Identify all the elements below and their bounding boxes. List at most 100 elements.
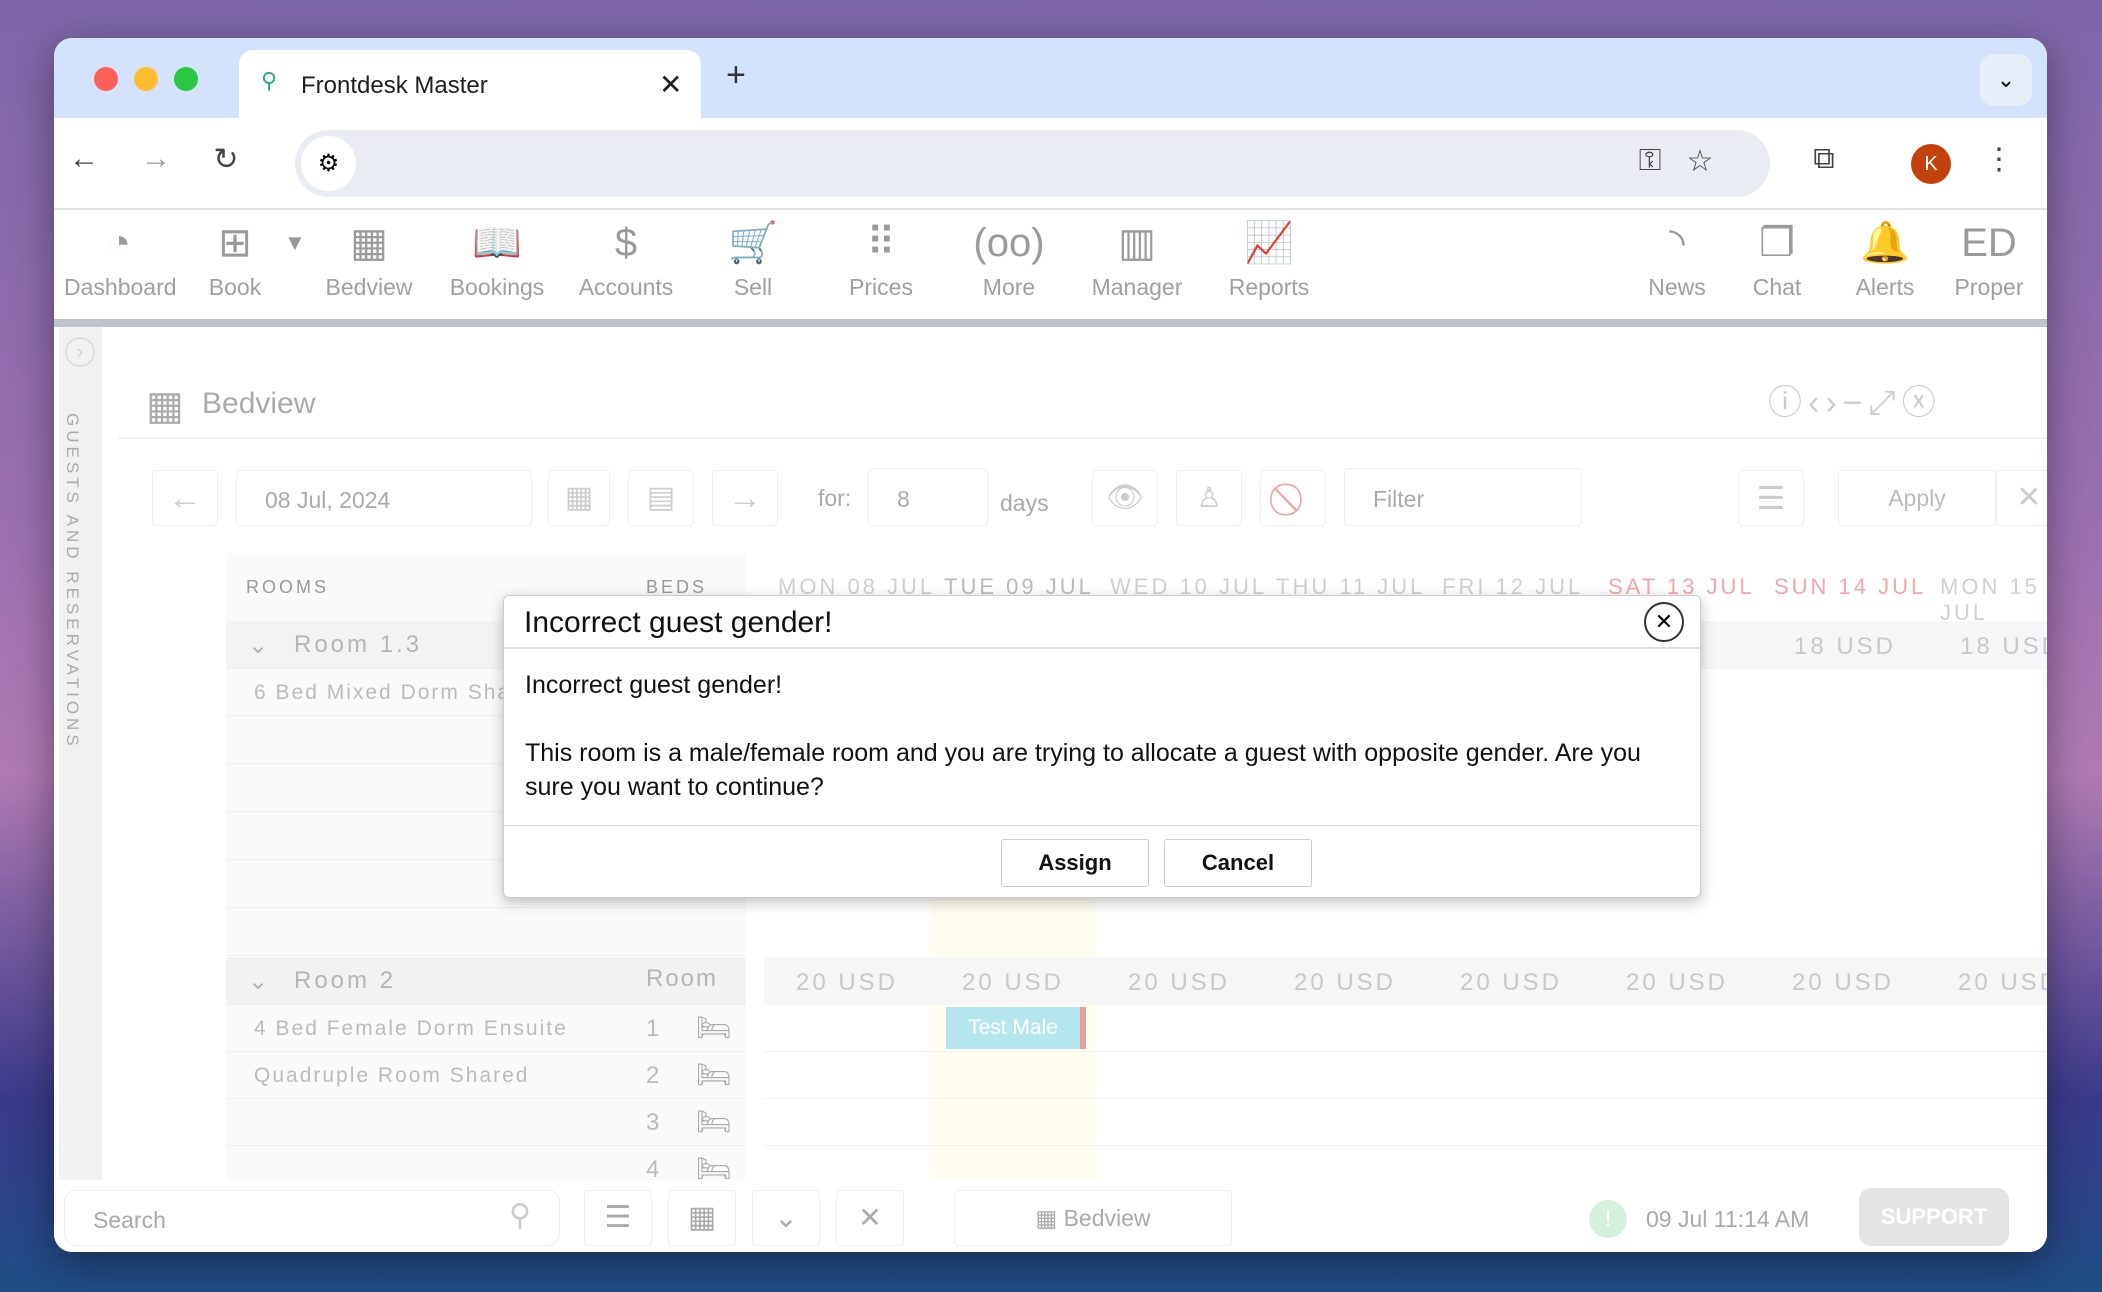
close-icon[interactable]: ✕ xyxy=(1644,602,1684,642)
nav-label: Chat xyxy=(1752,274,1802,300)
date-header: MON 15 JUL xyxy=(1940,574,2040,625)
bed-cells[interactable] xyxy=(764,1052,2047,1099)
cancel-button[interactable]: Cancel xyxy=(1164,839,1312,887)
room-type: Quadruple Room Shared xyxy=(254,1064,530,1087)
price-cell: 20 USD xyxy=(961,969,1065,996)
nav-item-more[interactable]: (oo) More xyxy=(954,212,1064,319)
bed-row[interactable]: 4 Bed Female Dorm Ensuite 1 🛏 xyxy=(226,1005,746,1052)
prev-date-button[interactable]: ← xyxy=(152,470,218,526)
room-row[interactable]: ⌄ Room 2 Room xyxy=(226,957,746,1005)
bed-cells[interactable] xyxy=(764,1099,2047,1146)
booking-block[interactable]: Test Male xyxy=(946,1007,1086,1049)
book-icon: ⊞ xyxy=(218,221,252,265)
calendar-icon[interactable]: ▦ xyxy=(548,470,610,526)
site-settings-icon[interactable]: ⚙ xyxy=(301,136,356,191)
days-value: 8 xyxy=(897,486,910,512)
nav-item-prices[interactable]: ⠿ Prices xyxy=(826,212,936,319)
more-icon: (oo) xyxy=(973,221,1045,265)
tab-label: Bedview xyxy=(1063,1205,1151,1231)
reload-icon[interactable]: ↻ xyxy=(206,142,246,177)
nav-item-sell[interactable]: 🛒 Sell xyxy=(698,212,808,319)
avatar[interactable]: K xyxy=(1911,144,1951,184)
clear-filter-icon[interactable]: ✕ xyxy=(1996,470,2047,526)
block-icon[interactable]: ⃠ xyxy=(1260,470,1326,526)
bed-row[interactable]: Quadruple Room Shared 2 🛏 xyxy=(226,1052,746,1099)
nav-item-alerts[interactable]: 🔔 Alerts xyxy=(1840,212,1930,319)
assign-button[interactable]: Assign xyxy=(1001,839,1149,887)
nav-item-proper[interactable]: ED Proper xyxy=(1944,212,2034,319)
nav-item-bookings[interactable]: 📖 Bookings xyxy=(442,212,552,319)
chevron-down-icon[interactable]: ⌄ xyxy=(248,967,270,996)
menu-icon[interactable]: ⋮ xyxy=(1984,142,2014,177)
list-icon[interactable]: ☰ xyxy=(1738,470,1804,526)
support-button[interactable]: SUPPORT xyxy=(1859,1188,2009,1246)
nav-label: News xyxy=(1648,274,1706,300)
filter-input[interactable]: Filter xyxy=(1344,468,1582,526)
nav-item-manager[interactable]: ▥ Manager xyxy=(1082,212,1192,319)
nav-item-reports[interactable]: 📈 Reports xyxy=(1214,212,1324,319)
nav-item-book[interactable]: ⊞ Book xyxy=(180,212,290,319)
bookings-icon: 📖 xyxy=(472,221,522,265)
tab-search-icon[interactable]: ⌄ xyxy=(1980,54,2032,106)
star-icon[interactable]: ☆ xyxy=(1680,144,1720,179)
nav-item-accounts[interactable]: $ Accounts xyxy=(571,212,681,319)
beds-label: Room xyxy=(646,965,719,992)
search-input[interactable]: Search xyxy=(64,1190,560,1246)
tab-title: Frontdesk Master xyxy=(301,72,488,99)
eye-icon[interactable]: 👁 xyxy=(1092,470,1158,526)
status-icon[interactable]: ! xyxy=(1589,1200,1627,1238)
collapse-button[interactable]: ⌄ xyxy=(752,1190,820,1246)
dialog-title: Incorrect guest gender! xyxy=(524,606,833,639)
chevron-down-icon[interactable]: ⌄ xyxy=(248,631,270,660)
chat-icon: ❐ xyxy=(1759,221,1795,265)
close-window-button[interactable] xyxy=(94,67,118,91)
divider xyxy=(504,825,1700,826)
address-bar[interactable]: ⚙ ⚿ ☆ xyxy=(295,130,1770,197)
close-tab-icon[interactable]: ✕ xyxy=(659,68,682,101)
bottom-bar: Search ⚲ ☰ ▦ ⌄ ✕ ▦ Bedview ! 09 Jul 11:1… xyxy=(54,1180,2047,1252)
panel-window-controls[interactable]: ⓘ‹›−⤢ⓧ xyxy=(1768,375,1942,424)
bed-icon: 🛏 xyxy=(696,1106,734,1137)
calendar-today-icon[interactable]: ▤ xyxy=(628,470,694,526)
price-cell: 20 USD xyxy=(1459,969,1563,996)
nav-item-bedview[interactable]: ▦ Bedview xyxy=(314,212,424,319)
bedview-icon: ▦ xyxy=(1035,1205,1064,1231)
minimize-window-button[interactable] xyxy=(134,67,158,91)
open-tab-bedview[interactable]: ▦ Bedview xyxy=(954,1190,1232,1246)
divider xyxy=(118,437,2047,439)
apply-button[interactable]: Apply xyxy=(1838,470,1996,526)
browser-tab[interactable]: ⚲ Frontdesk Master ✕ xyxy=(239,50,701,120)
browser-toolbar: ← → ↻ ⚙ ⚿ ☆ ⧉ K ⋮ xyxy=(54,118,2047,210)
nav-label: Bookings xyxy=(449,274,545,300)
next-date-button[interactable]: → xyxy=(712,470,778,526)
nav-item-news[interactable]: ◝ News xyxy=(1632,212,1722,319)
forward-icon[interactable]: → xyxy=(136,142,176,176)
room-type: 4 Bed Female Dorm Ensuite xyxy=(254,1017,568,1040)
book-dropdown-icon[interactable]: ▼ xyxy=(284,230,306,256)
datetime: 09 Jul 11:14 AM xyxy=(1646,1206,1810,1232)
days-stepper[interactable]: 8 xyxy=(868,468,988,526)
browser-window: ⚲ Frontdesk Master ✕ + ⌄ ← → ↻ ⚙ ⚿ ☆ ⧉ K… xyxy=(54,38,2047,1252)
expand-icon[interactable]: › xyxy=(65,337,95,367)
key-icon[interactable]: ⚿ xyxy=(1630,144,1670,178)
maximize-window-button[interactable] xyxy=(174,67,198,91)
date-input[interactable]: 08 Jul, 2024 xyxy=(236,470,532,526)
nav-label: Bedview xyxy=(325,274,413,300)
room-price-row: 20 USD 20 USD 20 USD 20 USD 20 USD 20 USD 20 U… xyxy=(764,957,2047,1005)
new-tab-icon[interactable]: + xyxy=(726,56,746,95)
grid-view-button[interactable]: ▦ xyxy=(668,1190,736,1246)
extensions-icon[interactable]: ⧉ xyxy=(1804,142,1844,176)
list-view-button[interactable]: ☰ xyxy=(584,1190,652,1246)
sell-icon: 🛒 xyxy=(728,221,778,265)
guest-icon[interactable]: ♙ xyxy=(1176,470,1242,526)
bed-row[interactable]: 3 🛏 xyxy=(226,1099,746,1146)
nav-label: Alerts xyxy=(1855,274,1915,300)
close-all-button[interactable]: ✕ xyxy=(836,1190,904,1246)
rooms-header: ROOMS xyxy=(246,577,330,597)
room-name: Room 2 xyxy=(294,967,397,994)
nav-label: Reports xyxy=(1228,274,1310,300)
back-icon[interactable]: ← xyxy=(64,142,104,176)
nav-item-chat[interactable]: ❐ Chat xyxy=(1732,212,1822,319)
price-cell: 20 USD xyxy=(1625,969,1729,996)
nav-item-dashboard[interactable]: ◔ Dashboard xyxy=(64,212,177,319)
